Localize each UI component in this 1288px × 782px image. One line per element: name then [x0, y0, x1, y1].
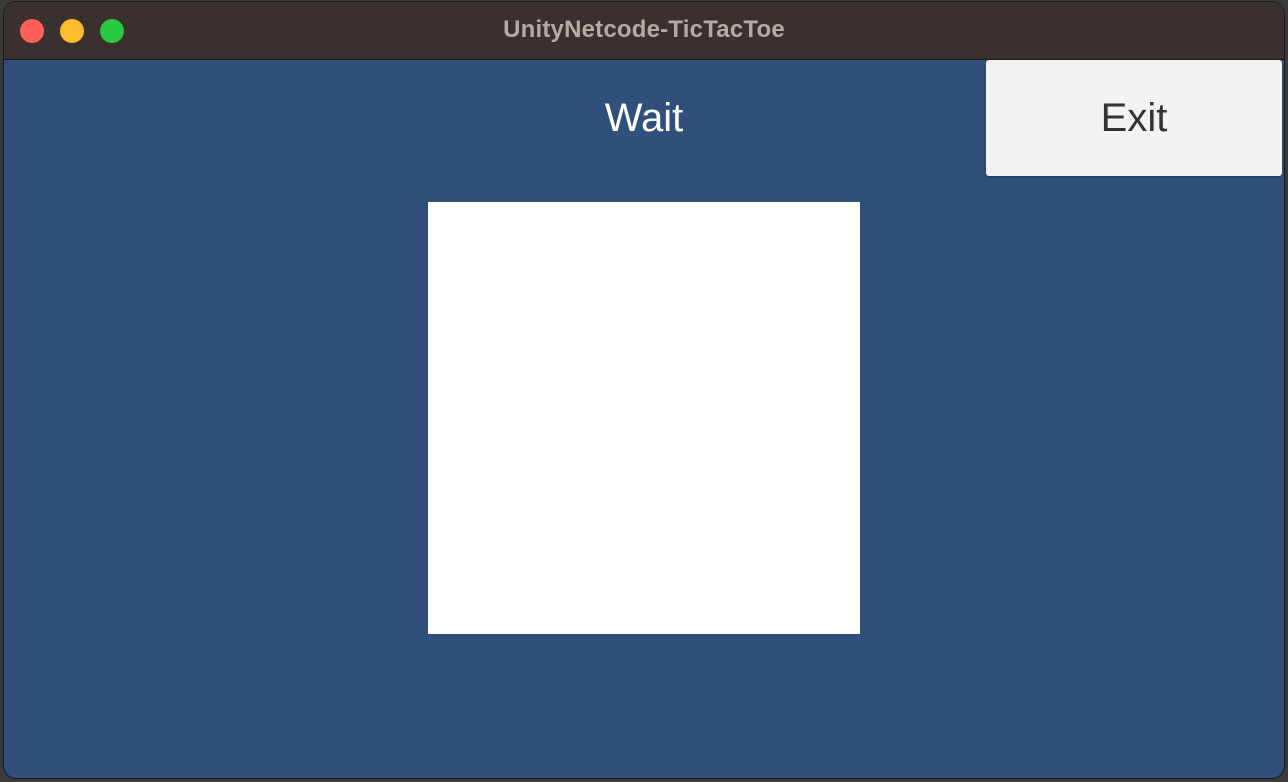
game-view: Wait Exit: [4, 60, 1284, 778]
app-window: UnityNetcode-TicTacToe Wait Exit: [4, 2, 1284, 778]
window-title: UnityNetcode-TicTacToe: [503, 16, 785, 43]
exit-button[interactable]: Exit: [986, 60, 1282, 176]
game-board[interactable]: [428, 202, 860, 634]
turn-status-text: Wait: [604, 96, 684, 140]
title-bar[interactable]: UnityNetcode-TicTacToe: [4, 2, 1284, 60]
